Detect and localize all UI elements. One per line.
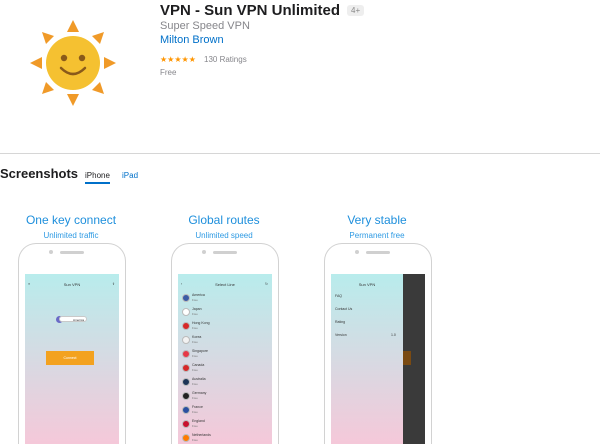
age-rating-badge: 4+ <box>347 5 365 16</box>
nav-title: Sun VPN <box>358 282 376 287</box>
nav-title: Sun VPN <box>63 282 81 287</box>
line-name: Japan <box>192 307 202 311</box>
line-name: Singapore <box>192 349 208 353</box>
line-row: Netherlands Free <box>182 432 268 444</box>
flag-icon <box>182 434 190 442</box>
line-row: Hong Kong Free <box>182 320 268 333</box>
flag-icon <box>182 392 190 400</box>
line-sub: Free <box>192 354 198 358</box>
line-sub: Free <box>192 368 198 372</box>
flag-icon <box>182 420 190 428</box>
menu-icon: ≡ <box>28 282 31 286</box>
line-sub: Free <box>192 396 198 400</box>
line-name: Hong Kong <box>192 321 210 325</box>
line-name: England <box>192 419 205 423</box>
menu-item-rating: Rating <box>335 320 346 324</box>
flag-icon <box>182 308 190 316</box>
line-row: France Free <box>182 404 268 417</box>
camera-dot <box>202 250 206 254</box>
tab-ipad[interactable]: iPad <box>122 171 138 180</box>
line-sub: Free <box>192 340 198 344</box>
line-row: Australia Free <box>182 376 268 389</box>
screenshot-caption: Very stable <box>347 213 407 227</box>
line-row: Singapore Free <box>182 348 268 361</box>
line-sub: Free <box>192 382 198 386</box>
screenshot-subcaption: Permanent free <box>349 231 405 240</box>
price-label: Free <box>160 68 177 77</box>
screenshot-caption: Global routes <box>188 213 260 227</box>
flag-icon <box>182 350 190 358</box>
screenshot-phone[interactable]: Sun VPN FAQ Contact Us Rating Version 1.… <box>324 243 432 444</box>
line-row: Korea Free <box>182 334 268 347</box>
nav-title: Select Line <box>215 282 235 287</box>
line-row: Canada Free <box>182 362 268 375</box>
flag-icon <box>182 406 190 414</box>
tab-iphone[interactable]: iPhone <box>85 171 110 184</box>
line-name: Korea <box>192 335 202 339</box>
line-name: Netherlands <box>192 433 211 437</box>
line-name: America <box>192 293 205 297</box>
line-sub: Free <box>192 438 198 442</box>
line-sub: Free <box>192 410 198 414</box>
menu-item-contact: Contact Us <box>335 307 353 311</box>
line-name: Germany <box>192 391 207 395</box>
app-title: VPN - Sun VPN Unlimited 4+ <box>160 2 365 19</box>
phone-screen: Sun VPN FAQ Contact Us Rating Version 1.… <box>331 274 425 444</box>
camera-dot <box>355 250 359 254</box>
location-pill: America <box>59 316 87 322</box>
version-value: 1.0 <box>391 333 396 337</box>
line-row: Germany Free <box>182 390 268 403</box>
menu-item-faq: FAQ <box>335 294 343 298</box>
screenshot-subcaption: Unlimited speed <box>195 231 253 240</box>
screenshot-caption: One key connect <box>25 213 117 227</box>
speaker-grill <box>366 251 390 254</box>
phone-screen: Select Line ‹ ↻ America Free Japan Free Hong… <box>178 274 272 444</box>
speaker-grill <box>213 251 237 254</box>
sun-icon <box>30 20 116 106</box>
screenshots-heading: Screenshots <box>0 166 79 181</box>
line-name: France <box>192 405 203 409</box>
section-divider <box>0 153 600 154</box>
refresh-icon: ↻ <box>265 282 268 286</box>
developer-link[interactable]: Milton Brown <box>160 34 224 46</box>
screenshot-phone[interactable]: Sun VPN ≡ ⇪ America Connect <box>18 243 126 444</box>
connect-button: Connect <box>46 351 94 365</box>
menu-item-version: Version <box>335 333 347 337</box>
phone-screen: Sun VPN ≡ ⇪ America Connect <box>25 274 119 444</box>
line-row: England Free <box>182 418 268 431</box>
flag-icon <box>182 364 190 372</box>
line-sub: Free <box>192 424 198 428</box>
line-name: Australia <box>192 377 206 381</box>
flag-icon <box>182 336 190 344</box>
app-subtitle: Super Speed VPN <box>160 20 250 32</box>
line-row: Japan Free <box>182 306 268 319</box>
screenshot-subcaption: Unlimited traffic <box>43 231 99 240</box>
rating-stars: ★★★★★ <box>160 55 196 64</box>
line-sub: Free <box>192 326 198 330</box>
back-icon: ‹ <box>181 282 183 286</box>
screenshot-phone[interactable]: Select Line ‹ ↻ America Free Japan Free Hong… <box>171 243 279 444</box>
flag-icon <box>182 294 190 302</box>
line-sub: Free <box>192 298 198 302</box>
line-row: America Free <box>182 292 268 305</box>
camera-dot <box>49 250 53 254</box>
flag-icon <box>182 378 190 386</box>
connect-button-dimmed <box>403 351 411 365</box>
speaker-grill <box>60 251 84 254</box>
ratings-count: 130 Ratings <box>204 55 247 64</box>
line-sub: Free <box>192 312 198 316</box>
flag-icon <box>182 322 190 330</box>
line-name: Canada <box>192 363 205 367</box>
share-icon: ⇪ <box>112 282 115 286</box>
